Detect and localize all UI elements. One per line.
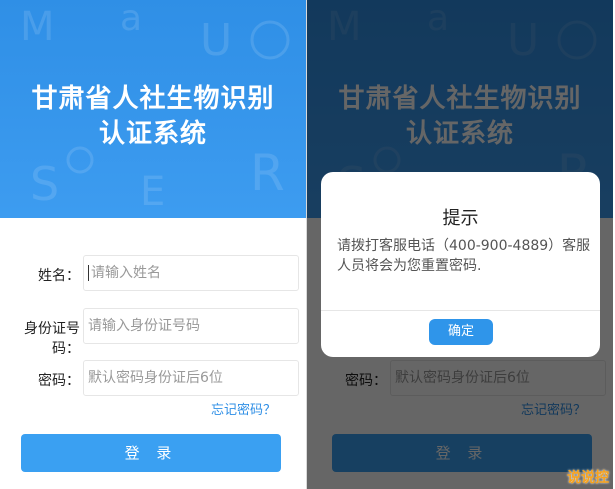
name-input[interactable]: 请输入姓名 [83,255,299,291]
app-title-line1: 甘肃省人社生物识别 [31,84,275,114]
app-title-line2: 认证系统 [98,119,207,149]
svg-text:M: M [20,4,55,50]
svg-text:a: a [120,0,142,39]
confirm-button[interactable]: 确定 [429,319,493,345]
password-input[interactable]: 默认密码身份证后6位 [83,360,299,396]
svg-text:R: R [250,144,285,202]
dialog-message: 请拨打客服电话（400-900-4889）客服人员将会为您重置密码. [337,238,591,274]
login-button[interactable]: 登 录 [21,434,281,472]
screen: M a U R S E 甘肃省人社生物识别 认证系统 姓名： 请输入姓名 身份证… [0,0,615,489]
dialog-title: 提示 [442,208,479,229]
header-banner: M a U R S E 甘肃省人社生物识别 认证系统 [0,0,306,218]
id-label: 身份证号码： [24,321,80,357]
password-label: 密码： [38,373,80,389]
login-screen: M a U R S E 甘肃省人社生物识别 认证系统 姓名： 请输入姓名 身份证… [0,0,306,489]
svg-text:S: S [30,157,59,211]
name-label: 姓名： [38,268,80,284]
forgot-password-link[interactable]: 忘记密码？ [211,399,276,418]
svg-text:U: U [200,15,232,66]
login-screen-with-dialog: M a U R S E 甘肃省人社生物识别 认证系统 身份证号码： 密码： 默认… [307,0,613,489]
text-cursor [88,265,89,281]
id-placeholder: 请输入身份证号码 [88,318,200,334]
watermark-logo: 说说控 [567,470,609,486]
dialog-divider [321,310,600,311]
name-placeholder: 请输入姓名 [91,265,161,281]
password-placeholder: 默认密码身份证后6位 [88,370,223,386]
svg-text:E: E [140,169,165,215]
alert-dialog: 提示 请拨打客服电话（400-900-4889）客服人员将会为您重置密码. 确定 [321,172,600,357]
id-number-input[interactable]: 请输入身份证号码 [83,308,299,344]
